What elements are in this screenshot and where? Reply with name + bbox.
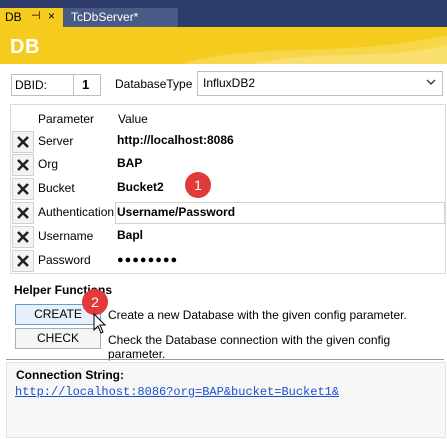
param-name: Bucket: [38, 181, 75, 195]
table-row: Server http://localhost:8086: [11, 130, 445, 153]
close-icon: [17, 136, 29, 148]
param-name: Authentication: [38, 205, 115, 219]
delete-row-button[interactable]: [12, 250, 34, 272]
close-icon[interactable]: ×: [48, 9, 55, 23]
page-title: DB: [10, 36, 40, 58]
header-wave-decoration: [180, 35, 447, 64]
database-type-value: InfluxDB2: [203, 76, 256, 90]
param-name: Username: [38, 229, 94, 243]
table-row: Username Bapl: [11, 225, 445, 248]
divider: [6, 359, 444, 360]
check-button[interactable]: CHECK: [15, 328, 101, 349]
create-description: Create a new Database with the given con…: [108, 308, 407, 322]
close-icon: [17, 159, 29, 171]
chevron-down-icon: [426, 79, 436, 85]
delete-row-button[interactable]: [12, 202, 34, 224]
tab-db-label: DB: [5, 10, 22, 24]
table-row: Authentication Username/Password: [11, 201, 445, 224]
connection-string-label: Connection String:: [16, 368, 124, 382]
delete-row-button[interactable]: [12, 131, 34, 153]
check-description: Check the Database connection with the g…: [108, 333, 391, 361]
password-input[interactable]: ●●●●●●●●: [117, 254, 178, 266]
close-icon: [17, 255, 29, 267]
close-icon: [17, 207, 29, 219]
dbid-label: DBID:: [11, 74, 75, 96]
table-row: Org BAP: [11, 153, 445, 176]
param-name: Org: [38, 157, 59, 171]
step-marker-2: 2: [82, 289, 108, 315]
tab-db[interactable]: DB ⊣ ×: [0, 8, 63, 27]
param-value-input: Username/Password: [117, 205, 236, 219]
delete-row-button[interactable]: [12, 154, 34, 176]
column-header-parameter: Parameter: [38, 112, 95, 126]
tab-tcdbserver[interactable]: TcDbServer*: [63, 8, 178, 27]
connection-string-link[interactable]: http://localhost:8086?org=BAP&bucket=Buc…: [15, 385, 339, 399]
table-row: Password ●●●●●●●●: [11, 249, 445, 272]
step-marker-1: 1: [185, 172, 211, 198]
tab-tcdbserver-label: TcDbServer*: [71, 10, 139, 24]
close-icon: [17, 231, 29, 243]
database-type-label: DatabaseType: [115, 77, 193, 91]
param-value-input[interactable]: http://localhost:8086: [117, 133, 234, 147]
column-header-value: Value: [118, 112, 148, 126]
close-icon: [17, 183, 29, 195]
param-name: Password: [38, 253, 91, 267]
dbid-value: 1: [73, 74, 101, 96]
delete-row-button[interactable]: [12, 226, 34, 248]
parameter-grid: Parameter Value Server http://localhost:…: [10, 104, 446, 274]
param-value-input[interactable]: BAP: [117, 156, 142, 170]
param-value-input[interactable]: Bucket2: [117, 180, 164, 194]
delete-row-button[interactable]: [12, 178, 34, 200]
mouse-cursor-icon: [93, 313, 107, 334]
page-header: DB: [0, 31, 447, 64]
param-value-input[interactable]: Bapl: [117, 228, 143, 242]
param-name: Server: [38, 134, 74, 148]
database-type-select[interactable]: InfluxDB2: [197, 71, 443, 96]
table-row: Bucket Bucket2: [11, 177, 445, 200]
pin-icon[interactable]: ⊣: [31, 9, 41, 22]
